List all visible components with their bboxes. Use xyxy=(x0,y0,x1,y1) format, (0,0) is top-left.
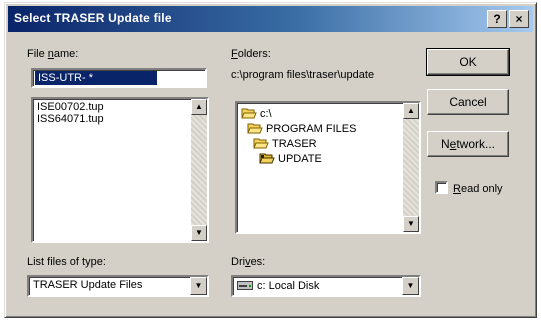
open-folder-selected-icon xyxy=(259,153,275,164)
folder-name: UPDATE xyxy=(278,153,322,165)
folders-label-suffix: olders: xyxy=(237,48,271,60)
folders-label: Folders: xyxy=(231,48,271,60)
file-name-label: File name: xyxy=(27,48,78,60)
network-label-prefix: N xyxy=(440,137,450,151)
folder-name: PROGRAM FILES xyxy=(266,123,357,135)
read-only-label-mnemonic: R xyxy=(453,183,461,195)
file-list-scrollbar[interactable]: ▲ ▼ xyxy=(191,99,207,241)
title-bar[interactable]: Select TRASER Update file ? × xyxy=(8,6,533,32)
network-label-suffix: twork... xyxy=(456,137,496,151)
folder-name: c:\ xyxy=(260,108,272,120)
hard-drive-icon xyxy=(237,281,253,290)
close-button[interactable]: × xyxy=(509,10,529,28)
folder-item[interactable]: c:\ xyxy=(241,107,415,122)
folders-label-mnemonic: F xyxy=(231,48,238,60)
folder-item-selected[interactable]: UPDATE xyxy=(241,152,415,167)
folder-item[interactable]: TRASER xyxy=(241,137,415,152)
file-name-value: ISS-UTR- * xyxy=(35,71,157,85)
help-button[interactable]: ? xyxy=(487,10,507,28)
file-types-label: List files of type: xyxy=(27,256,106,268)
current-path: c:\program files\traser\update xyxy=(231,69,375,81)
file-name-label-prefix: File xyxy=(27,48,48,60)
drives-value: c: Local Disk xyxy=(257,280,320,292)
folder-tree[interactable]: c:\ PROGRAM FILES TRASER UPDATE ▲ ▼ xyxy=(235,101,421,234)
network-button[interactable]: Network... xyxy=(427,131,509,157)
dropdown-arrow-icon[interactable]: ▼ xyxy=(190,277,207,295)
dropdown-arrow-icon[interactable]: ▼ xyxy=(402,277,419,295)
scroll-up-arrow-icon[interactable]: ▲ xyxy=(403,103,419,119)
folder-item[interactable]: PROGRAM FILES xyxy=(241,122,415,137)
file-list-item[interactable]: ISS64071.tup xyxy=(37,113,203,125)
drives-dropdown[interactable]: c: Local Disk ▼ xyxy=(231,275,421,297)
open-folder-icon xyxy=(247,123,263,134)
file-list[interactable]: ISE00702.tup ISS64071.tup ▲ ▼ xyxy=(31,97,209,243)
file-types-dropdown[interactable]: TRASER Update Files ▼ xyxy=(27,275,209,297)
drives-label-suffix: es: xyxy=(250,256,266,268)
open-folder-icon xyxy=(253,138,269,149)
select-update-file-dialog: Select TRASER Update file ? × File name:… xyxy=(4,2,537,318)
read-only-label: Read only xyxy=(453,183,503,195)
read-only-label-suffix: ead only xyxy=(460,183,503,195)
folder-tree-scrollbar[interactable]: ▲ ▼ xyxy=(403,103,419,232)
scroll-up-arrow-icon[interactable]: ▲ xyxy=(191,99,207,115)
window-title: Select TRASER Update file xyxy=(14,11,172,25)
file-name-input[interactable]: ISS-UTR- * xyxy=(31,68,207,88)
cancel-button[interactable]: Cancel xyxy=(427,89,509,115)
read-only-checkbox[interactable] xyxy=(435,181,448,194)
drives-label-prefix: Dri xyxy=(231,256,246,268)
drives-label: Drives: xyxy=(231,256,265,268)
ok-button[interactable]: OK xyxy=(426,48,510,76)
read-only-option[interactable]: Read only xyxy=(435,181,503,195)
file-name-label-suffix: ame: xyxy=(53,48,79,60)
scroll-down-arrow-icon[interactable]: ▼ xyxy=(403,216,419,232)
folder-name: TRASER xyxy=(272,138,317,150)
open-folder-icon xyxy=(241,108,257,119)
file-types-value: TRASER Update Files xyxy=(33,279,143,291)
file-list-item[interactable]: ISE00702.tup xyxy=(37,101,203,113)
scroll-down-arrow-icon[interactable]: ▼ xyxy=(191,225,207,241)
